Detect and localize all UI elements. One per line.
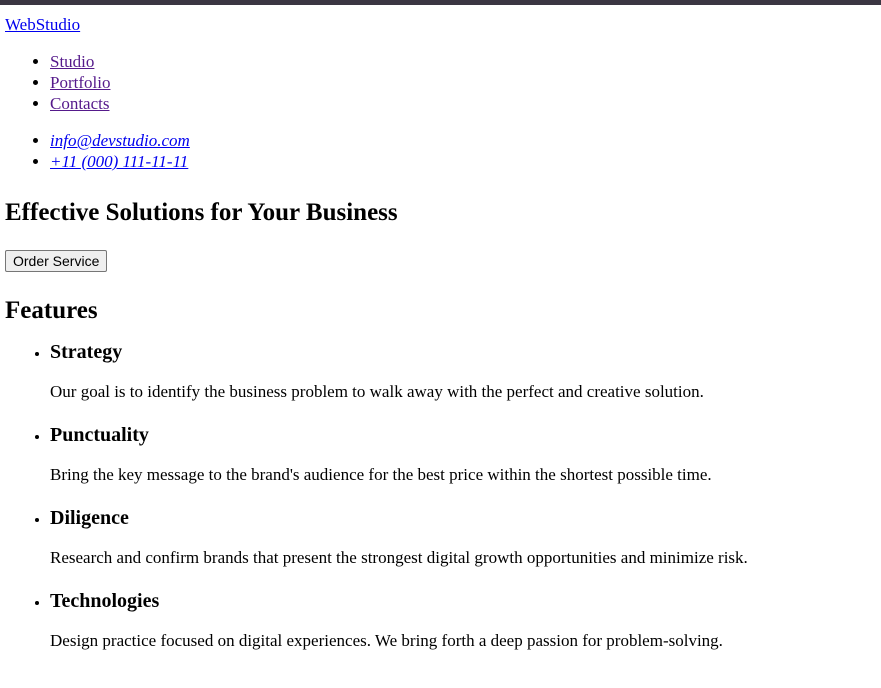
feature-text: Research and confirm brands that present… (50, 548, 748, 567)
order-service-button[interactable]: Order Service (5, 250, 108, 272)
email-link[interactable]: info@devstudio.com (50, 131, 190, 150)
feature-item: Punctuality Bring the key message to the… (50, 423, 876, 485)
contact-item-phone: +11 (000) 111-11-11 (50, 151, 876, 172)
feature-text: Our goal is to identify the business pro… (50, 382, 704, 401)
phone-link[interactable]: +11 (000) 111-11-11 (50, 152, 188, 171)
nav-item-contacts: Contacts (50, 93, 876, 114)
logo-link[interactable]: WebStudio (5, 15, 80, 35)
hero-title: Effective Solutions for Your Business (5, 199, 398, 226)
contact-item-email: info@devstudio.com (50, 130, 876, 151)
feature-title: Strategy (50, 341, 123, 363)
features-list: Strategy Our goal is to identify the bus… (5, 340, 876, 651)
feature-item: Diligence Research and confirm brands th… (50, 506, 876, 568)
nav-item-portfolio: Portfolio (50, 72, 876, 93)
feature-title: Diligence (50, 507, 129, 529)
feature-title: Punctuality (50, 424, 149, 446)
nav-item-studio: Studio (50, 51, 876, 72)
page: WebStudio Studio Portfolio Contacts info… (0, 5, 881, 651)
feature-item: Strategy Our goal is to identify the bus… (50, 340, 876, 402)
feature-text: Design practice focused on digital exper… (50, 631, 723, 650)
main-nav: Studio Portfolio Contacts (5, 51, 876, 114)
site-header: WebStudio Studio Portfolio Contacts info… (5, 5, 876, 172)
hero-section: Effective Solutions for Your Business Or… (5, 198, 876, 272)
feature-text: Bring the key message to the brand's aud… (50, 465, 712, 484)
feature-item: Technologies Design practice focused on … (50, 589, 876, 651)
contacts-list: info@devstudio.com +11 (000) 111-11-11 (5, 130, 876, 172)
features-title: Features (5, 297, 98, 324)
nav-link-contacts[interactable]: Contacts (50, 94, 110, 113)
nav-link-portfolio[interactable]: Portfolio (50, 73, 110, 92)
features-section: Features Strategy Our goal is to identif… (5, 296, 876, 651)
feature-title: Technologies (50, 590, 160, 612)
nav-link-studio[interactable]: Studio (50, 52, 94, 71)
